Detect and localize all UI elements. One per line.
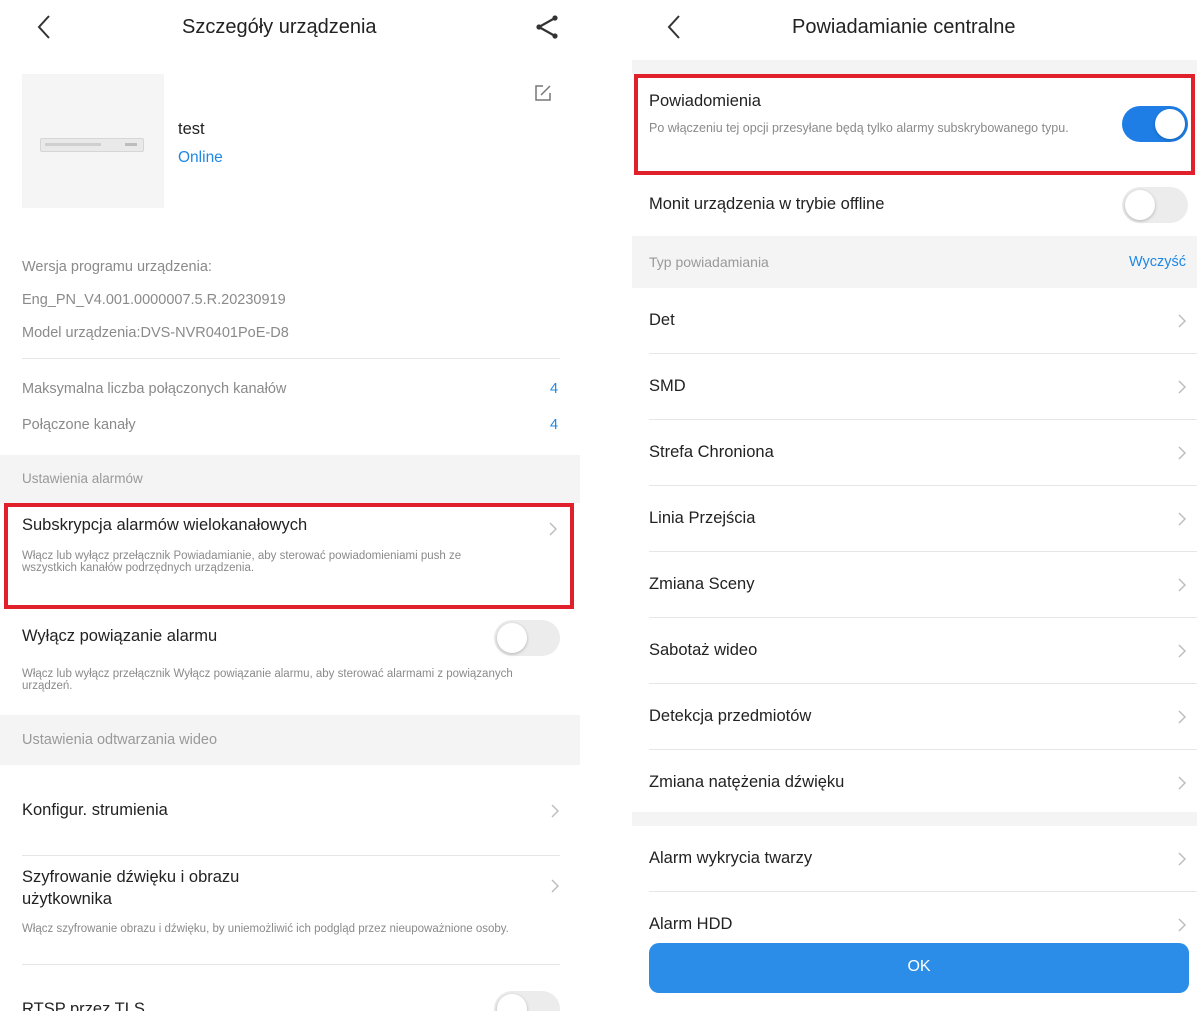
chevron-right-icon <box>1177 643 1187 659</box>
central-notification-screen: Powiadamianie centralne Powiadomienia Po… <box>632 0 1197 1011</box>
firmware-version-label: Wersja programu urządzenia: <box>22 259 212 275</box>
section-title: Ustawienia alarmów <box>22 471 143 486</box>
notification-type-row[interactable]: Linia Przejścia <box>632 486 1197 552</box>
notification-type-label: Zmiana Sceny <box>649 575 755 593</box>
notification-type-row[interactable]: SMD <box>632 354 1197 420</box>
chevron-right-icon <box>1177 445 1187 461</box>
chevron-right-icon <box>1177 775 1187 791</box>
chevron-right-icon <box>1177 511 1187 527</box>
encryption-row[interactable]: Szyfrowanie dźwięku i obrazu użytkownika… <box>0 856 580 962</box>
notification-type-row[interactable]: Alarm wykrycia twarzy <box>632 826 1197 892</box>
notification-type-header: Typ powiadamiania Wyczyść <box>632 236 1197 288</box>
notification-type-label: Det <box>649 311 675 329</box>
type-header-label: Typ powiadamiania <box>649 254 769 270</box>
page-title: Szczegóły urządzenia <box>182 16 377 38</box>
device-model: Model urządzenia:DVS-NVR0401PoE-D8 <box>22 325 289 341</box>
list-separator <box>632 812 1197 826</box>
stream-config-row[interactable]: Konfigur. strumienia <box>0 765 580 853</box>
share-icon[interactable] <box>534 14 560 40</box>
device-thumbnail <box>22 74 164 208</box>
alarm-settings-section: Ustawienia alarmów <box>0 455 580 503</box>
notification-type-row[interactable]: Zmiana Sceny <box>632 552 1197 618</box>
connected-channels-value: 4 <box>550 417 559 433</box>
notification-type-label: SMD <box>649 377 686 395</box>
notification-type-label: Detekcja przedmiotów <box>649 707 812 725</box>
notification-type-row[interactable]: Sabotaż wideo <box>632 618 1197 684</box>
device-status: Online <box>178 149 223 166</box>
max-channels-label: Maksymalna liczba połączonych kanałów <box>22 381 287 397</box>
notification-type-label: Alarm HDD <box>649 915 733 933</box>
encryption-title-line2: użytkownika <box>22 890 112 908</box>
chevron-right-icon <box>1177 917 1187 933</box>
device-details-screen: Szczegóły urządzenia test Online Wersja … <box>0 0 580 1011</box>
encryption-description: Włącz szyfrowanie obrazu i dźwięku, by u… <box>22 923 509 935</box>
firmware-version-value: Eng_PN_V4.001.0000007.5.R.20230919 <box>22 292 286 308</box>
notification-type-label: Sabotaż wideo <box>649 641 758 659</box>
back-arrow-icon[interactable] <box>666 14 682 40</box>
chevron-right-icon <box>1177 577 1187 593</box>
edit-icon[interactable] <box>534 84 552 102</box>
back-arrow-icon[interactable] <box>36 14 52 40</box>
disable-alarm-link-title: Wyłącz powiązanie alarmu <box>22 627 218 645</box>
chevron-right-icon <box>1177 709 1187 725</box>
chevron-right-icon <box>1177 379 1187 395</box>
notification-type-label: Zmiana natężenia dźwięku <box>649 773 845 791</box>
notification-type-label: Linia Przejścia <box>649 509 756 527</box>
divider <box>22 358 560 359</box>
disable-alarm-link-description: Włącz lub wyłącz przełącznik Wyłącz powi… <box>22 668 513 692</box>
rtsp-tls-toggle[interactable] <box>494 991 560 1011</box>
connected-channels-label: Połączone kanały <box>22 417 136 433</box>
chevron-right-icon <box>1177 313 1187 329</box>
notification-type-row[interactable]: Detekcja przedmiotów <box>632 684 1197 750</box>
page-title: Powiadamianie centralne <box>792 16 1016 38</box>
playback-settings-section: Ustawienia odtwarzania wideo <box>0 715 580 765</box>
rtsp-tls-title: RTSP przez TLS <box>22 1000 145 1011</box>
encryption-title-line1: Szyfrowanie dźwięku i obrazu <box>22 868 240 886</box>
clear-button[interactable]: Wyczyść <box>1129 254 1186 270</box>
section-title: Ustawienia odtwarzania wideo <box>22 732 218 748</box>
notification-type-row[interactable]: Strefa Chroniona <box>632 420 1197 486</box>
disable-alarm-link-toggle[interactable] <box>494 620 560 656</box>
offline-prompt-title: Monit urządzenia w trybie offline <box>649 195 885 213</box>
nvr-device-icon <box>40 138 144 152</box>
chevron-right-icon <box>1177 851 1187 867</box>
ok-button[interactable]: OK <box>649 943 1189 993</box>
ok-button-label: OK <box>907 958 931 975</box>
notification-type-label: Alarm wykrycia twarzy <box>649 849 813 867</box>
screen-gap <box>580 0 632 1011</box>
chevron-right-icon <box>550 878 560 894</box>
header-spacer <box>632 60 1197 74</box>
notification-type-row[interactable]: Det <box>632 288 1197 354</box>
max-channels-value: 4 <box>550 381 559 397</box>
divider <box>22 964 560 965</box>
device-name: test <box>178 120 205 138</box>
notification-type-row[interactable]: Zmiana natężenia dźwięku <box>632 750 1197 816</box>
chevron-right-icon <box>550 803 560 819</box>
stream-config-label: Konfigur. strumienia <box>22 801 168 819</box>
notification-type-label: Strefa Chroniona <box>649 443 774 461</box>
highlight-box <box>634 74 1195 175</box>
offline-prompt-toggle[interactable] <box>1122 187 1188 223</box>
highlight-box <box>4 503 574 609</box>
